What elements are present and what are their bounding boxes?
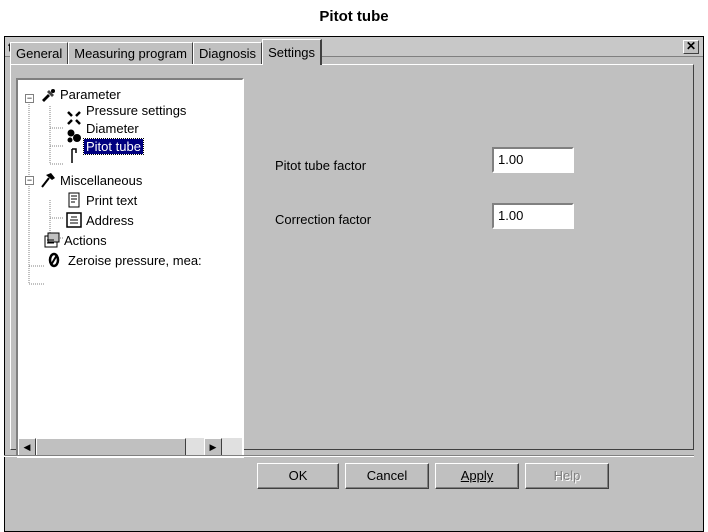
tab-diagnosis[interactable]: Diagnosis: [192, 42, 263, 64]
zero-icon: [48, 252, 60, 268]
tree-item-print-text[interactable]: Print text: [86, 192, 137, 210]
tab-settings[interactable]: Settings: [262, 39, 323, 65]
correction-factor-label: Correction factor: [275, 212, 372, 227]
tree-item-actions[interactable]: Actions: [64, 232, 107, 250]
tree-item-miscellaneous[interactable]: Miscellaneous: [60, 172, 142, 190]
tree-item-pressure-settings[interactable]: Pressure settings: [86, 102, 186, 120]
scroll-left-icon[interactable]: ◀: [18, 438, 36, 456]
document-icon: [68, 192, 80, 208]
tree-item-zeroise[interactable]: Zeroise pressure, mea:: [68, 252, 202, 270]
tab-measuring-program[interactable]: Measuring program: [68, 42, 193, 64]
pressure-icon: [67, 111, 81, 125]
tree-item-address[interactable]: Address: [86, 212, 134, 230]
pitot-factor-field[interactable]: 1.00: [492, 147, 574, 173]
hammer-icon: [41, 173, 55, 188]
tree-item-pitot-wrapper: Pitot tube: [83, 138, 144, 156]
tree-item-pitot-tube[interactable]: Pitot tube: [83, 138, 144, 155]
cancel-button[interactable]: Cancel: [345, 463, 429, 489]
tree-horizontal-scrollbar[interactable]: ◀ ▶: [18, 438, 242, 456]
tools-icon: [42, 89, 55, 102]
diameter-icon: [67, 129, 81, 143]
apply-button[interactable]: Apply: [435, 463, 519, 489]
tab-strip: General Measuring program Diagnosis Sett…: [10, 39, 323, 65]
actions-icon: [44, 232, 60, 248]
help-button[interactable]: Help: [525, 463, 609, 489]
tab-general[interactable]: General: [10, 42, 69, 64]
button-separator: [4, 455, 694, 457]
figure-caption: Pitot tube: [319, 8, 389, 25]
scroll-right-icon[interactable]: ▶: [204, 438, 222, 456]
tree-item-diameter[interactable]: Diameter: [86, 120, 139, 138]
scroll-thumb[interactable]: [36, 438, 186, 456]
settings-tree[interactable]: − Parameter Pressure settings Diameter P…: [16, 78, 244, 458]
pitot-icon: [71, 148, 77, 163]
pitot-factor-label: Pitot tube factor: [275, 158, 367, 173]
expander-miscellaneous[interactable]: −: [25, 176, 34, 185]
close-icon[interactable]: ✕: [683, 40, 699, 54]
correction-factor-field[interactable]: 1.00: [492, 203, 574, 229]
ok-button[interactable]: OK: [257, 463, 339, 489]
address-icon: [66, 212, 82, 228]
expander-parameter[interactable]: −: [25, 94, 34, 103]
